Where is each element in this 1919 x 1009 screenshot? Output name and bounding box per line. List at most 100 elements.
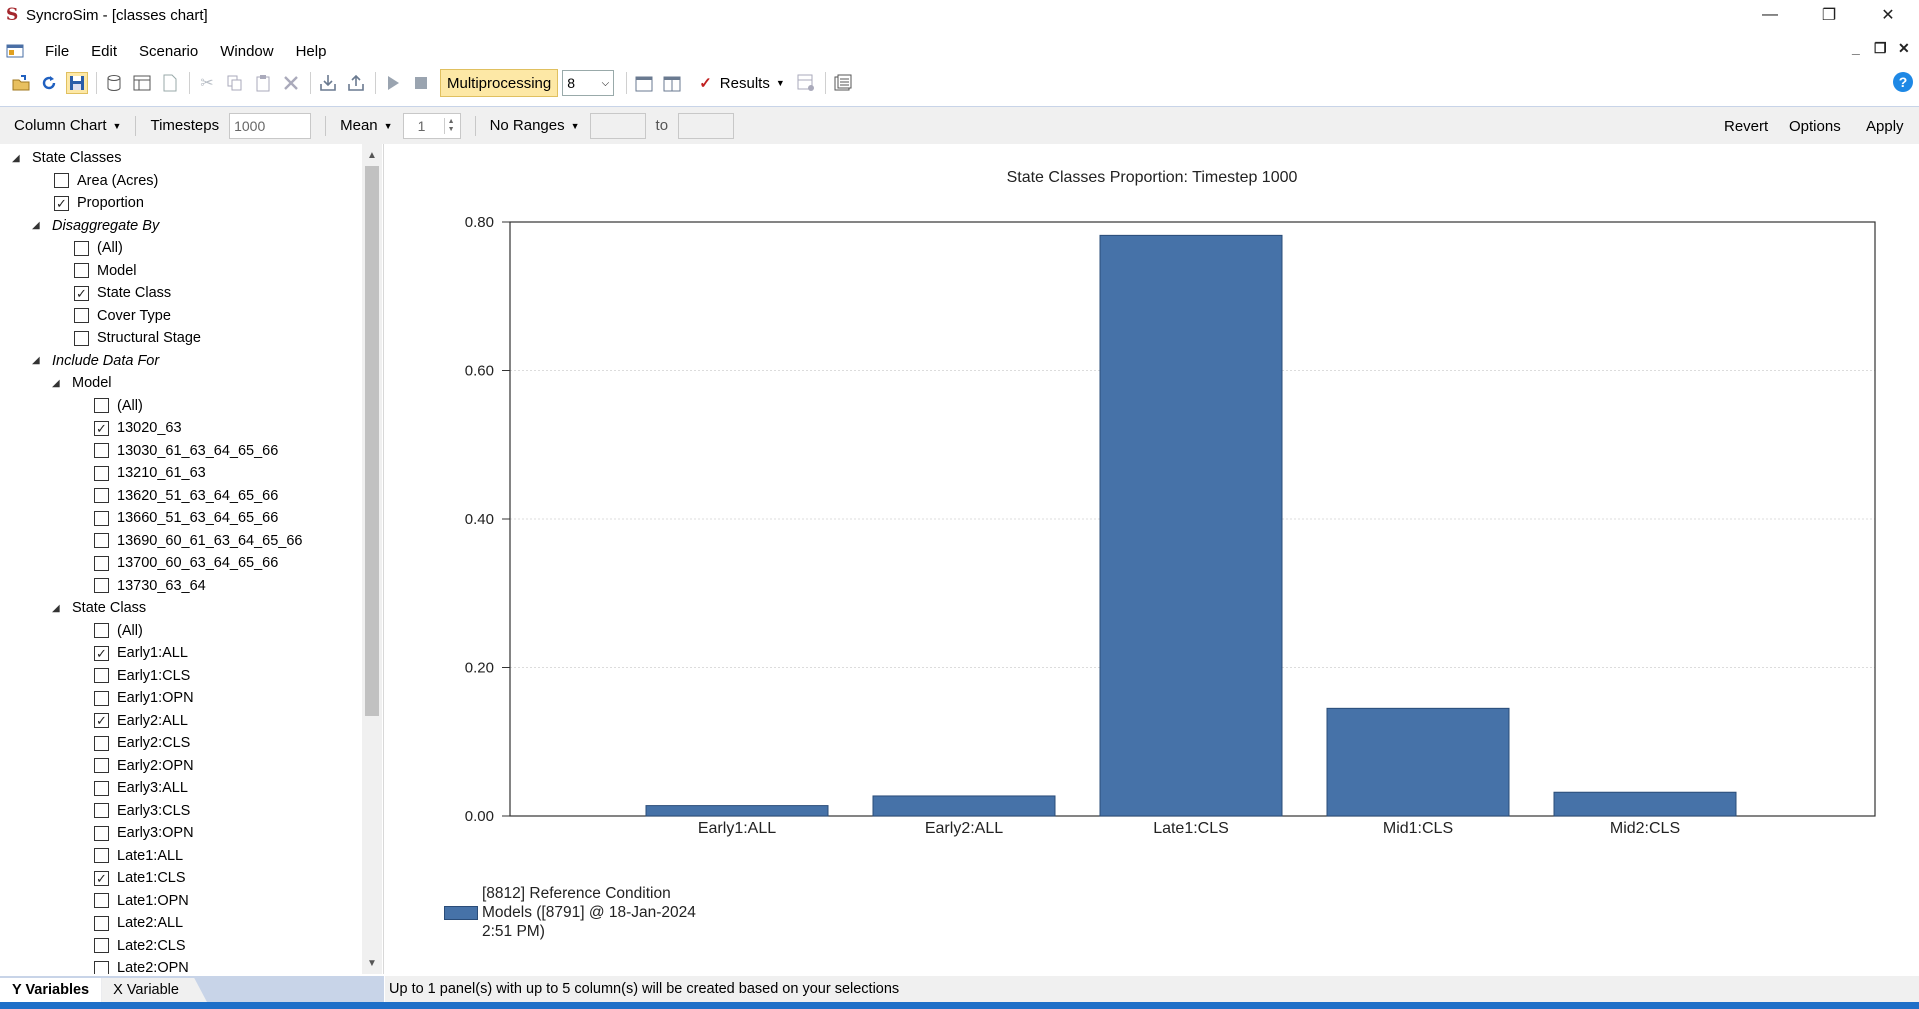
tree-checkbox[interactable] — [94, 668, 109, 683]
tree-item[interactable]: Structural Stage — [74, 327, 201, 349]
stepper-arrows-icon[interactable]: ▲ ▼ — [443, 117, 458, 134]
tree-checkbox[interactable] — [74, 240, 89, 256]
processor-count-select[interactable]: 8 ⌵ — [562, 70, 615, 96]
cut-icon[interactable]: ✂ — [196, 72, 218, 94]
tree-item[interactable]: 13660_51_63_64_65_66 — [94, 507, 278, 529]
tree-item[interactable]: Cover Type — [74, 305, 171, 327]
tree-item[interactable]: ◢ Include Data For — [32, 350, 159, 372]
tree-checkbox[interactable] — [94, 443, 109, 458]
tree-checkbox[interactable] — [94, 533, 109, 548]
expand-triangle-icon[interactable]: ◢ — [12, 153, 22, 164]
expand-triangle-icon[interactable]: ◢ — [32, 355, 42, 366]
tree-item[interactable]: 13690_60_61_63_64_65_66 — [94, 530, 302, 552]
tree-checkbox[interactable] — [94, 465, 109, 481]
tree-checkbox[interactable] — [94, 488, 109, 503]
tree-item[interactable]: 13730_63_64 — [94, 575, 206, 597]
expand-triangle-icon[interactable]: ◢ — [32, 220, 42, 231]
tree-item[interactable]: Late1:ALL — [94, 845, 183, 867]
tree-checkbox[interactable] — [94, 735, 109, 751]
export-icon[interactable] — [345, 72, 367, 94]
tree-checkbox[interactable] — [94, 915, 109, 931]
tree-item[interactable]: ✓ Early2:ALL — [94, 710, 188, 732]
tree-item[interactable]: ✓ State Class — [74, 282, 171, 304]
results-dropdown[interactable]: ✓ Results ▼ — [699, 74, 785, 93]
timesteps-input[interactable]: 1000 — [229, 112, 312, 139]
tree-item[interactable]: ✓ Proportion — [54, 192, 144, 214]
tree-item[interactable]: (All) — [94, 620, 143, 642]
menu-help[interactable]: Help — [285, 43, 338, 60]
tree-item[interactable]: ✓ 13020_63 — [94, 417, 182, 439]
refresh-icon[interactable] — [38, 72, 60, 94]
tree-item[interactable]: Early2:OPN — [94, 755, 194, 777]
tree-item[interactable]: ◢ State Class — [52, 597, 146, 619]
paste-icon[interactable] — [252, 72, 274, 94]
tree-checkbox[interactable] — [94, 623, 109, 638]
revert-button[interactable]: Revert — [1724, 107, 1768, 145]
delete-icon[interactable] — [280, 72, 302, 94]
tree-item[interactable]: Early1:CLS — [94, 665, 190, 687]
export-report-icon[interactable] — [832, 72, 854, 94]
statistic-dropdown[interactable]: Mean ▼ — [340, 117, 392, 134]
tree-checkbox[interactable]: ✓ — [94, 645, 109, 661]
tree-item[interactable]: Late2:OPN — [94, 957, 189, 974]
menu-file[interactable]: File — [34, 43, 80, 60]
mdi-minimize-icon[interactable]: _ — [1852, 40, 1860, 56]
tree-checkbox[interactable] — [94, 780, 109, 796]
tree-item[interactable]: Early1:OPN — [94, 687, 194, 709]
tree-checkbox[interactable] — [94, 578, 109, 593]
import-icon[interactable] — [317, 72, 339, 94]
map-window-icon[interactable] — [661, 72, 683, 94]
tree-checkbox[interactable] — [94, 690, 109, 706]
tree-item[interactable]: ✓ Early1:ALL — [94, 642, 188, 664]
tree-checkbox[interactable]: ✓ — [94, 713, 109, 728]
tree-item[interactable]: Area (Acres) — [54, 170, 158, 192]
tree-item[interactable]: ◢ State Classes — [12, 147, 121, 169]
tree-item[interactable]: Late2:CLS — [94, 935, 186, 957]
menu-scenario[interactable]: Scenario — [128, 43, 209, 60]
mdi-restore-icon[interactable]: ❐ — [1874, 40, 1887, 57]
tree-checkbox[interactable] — [94, 960, 109, 974]
tree-checkbox[interactable] — [94, 825, 109, 841]
tree-checkbox[interactable]: ✓ — [94, 870, 109, 886]
tree-checkbox[interactable] — [94, 893, 109, 908]
tree-item[interactable]: Model — [74, 260, 137, 282]
open-library-icon[interactable] — [10, 72, 32, 94]
help-icon[interactable]: ? — [1893, 72, 1913, 92]
tree-checkbox[interactable] — [94, 398, 109, 413]
tree-item[interactable]: ◢ Model — [52, 372, 112, 394]
tree-checkbox[interactable] — [94, 510, 109, 526]
tree-item[interactable]: ◢ Disaggregate By — [32, 215, 159, 237]
options-button[interactable]: Options — [1789, 107, 1841, 145]
tree-checkbox[interactable] — [94, 848, 109, 863]
statistic-value-stepper[interactable]: 1 ▲ ▼ — [402, 112, 461, 139]
chart-window-icon[interactable] — [633, 72, 655, 94]
tab-y-variables[interactable]: Y Variables — [0, 978, 102, 1002]
tree-item[interactable]: Late2:ALL — [94, 912, 183, 934]
expand-triangle-icon[interactable]: ◢ — [52, 378, 62, 389]
tree-item[interactable]: (All) — [74, 237, 123, 259]
menu-window[interactable]: Window — [209, 43, 284, 60]
close-button[interactable]: ✕ — [1860, 0, 1916, 30]
tree-checkbox[interactable]: ✓ — [94, 420, 109, 436]
menu-edit[interactable]: Edit — [80, 43, 128, 60]
tree-checkbox[interactable] — [94, 758, 109, 773]
copy-icon[interactable] — [224, 72, 246, 94]
chart-type-dropdown[interactable]: Column Chart ▼ — [14, 117, 121, 134]
layout-icon[interactable] — [131, 72, 153, 94]
stop-icon[interactable] — [410, 72, 432, 94]
mdi-close-icon[interactable]: ✕ — [1898, 40, 1910, 57]
scroll-down-icon[interactable]: ▼ — [362, 954, 382, 972]
minimize-button[interactable]: — — [1742, 0, 1798, 30]
ranges-dropdown[interactable]: No Ranges ▼ — [490, 117, 580, 134]
tree-checkbox[interactable] — [74, 263, 89, 278]
tree-item[interactable]: Early3:ALL — [94, 777, 188, 799]
tree-checkbox[interactable] — [94, 555, 109, 571]
document-window-icon[interactable] — [6, 43, 24, 59]
tree-checkbox[interactable] — [94, 803, 109, 818]
scroll-thumb[interactable] — [365, 166, 379, 716]
compare-results-icon[interactable] — [795, 72, 817, 94]
tree-item[interactable]: 13030_61_63_64_65_66 — [94, 440, 278, 462]
tree-item[interactable]: ✓ Late1:CLS — [94, 867, 186, 889]
tree-scrollbar[interactable]: ▲ ▼ — [362, 144, 382, 974]
tree-checkbox[interactable]: ✓ — [54, 195, 69, 211]
